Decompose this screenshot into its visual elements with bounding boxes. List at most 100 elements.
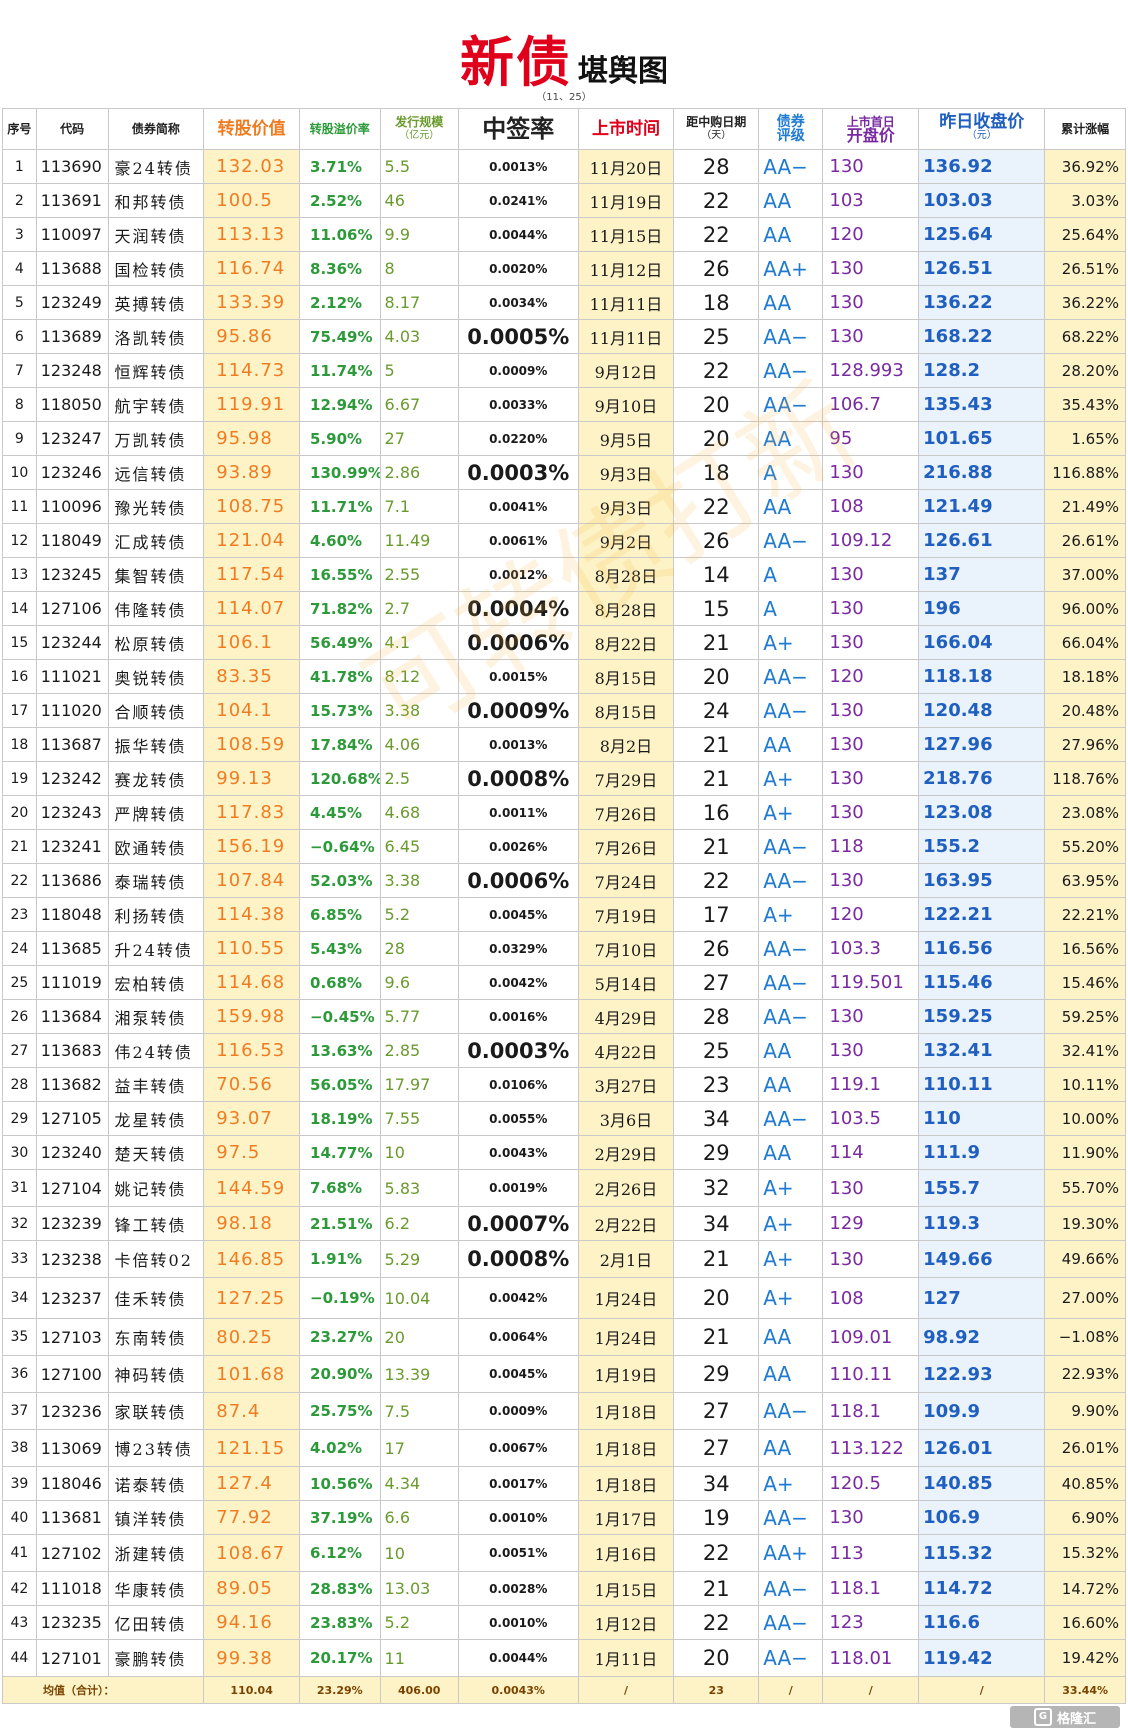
cell-issue: 3.38 (379, 693, 459, 728)
col-close[interactable]: 昨日收盘价 （元） (918, 108, 1046, 150)
cell-open: 120.5 (822, 1466, 920, 1501)
cell-ldate: 11月19日 (577, 183, 675, 218)
cell-rate: 0.0015% (457, 659, 579, 694)
table-row[interactable]: 25 111019 宏柏转债 114.68 0.68% 9.6 0.0042% 5月14日 27… (2, 965, 1126, 1000)
table-row[interactable]: 6 113689 洛凯转债 95.86 75.49% 4.03 0.0005% 11月11日 2… (2, 319, 1126, 354)
cell-ldate: 1月15日 (577, 1571, 675, 1606)
table-row[interactable]: 39 118046 诺泰转债 127.4 10.56% 4.34 0.0017% 1月18日 3… (2, 1466, 1126, 1501)
cell-open: 130 (822, 149, 920, 184)
cell-no: 26 (2, 999, 37, 1034)
table-row[interactable]: 34 123237 佳禾转债 127.25 −0.19% 10.04 0.0042% 1月24… (2, 1277, 1126, 1319)
table-row[interactable]: 19 123242 赛龙转债 99.13 120.68% 2.5 0.0008% 7月29日 2… (2, 761, 1126, 796)
cell-ldate: 5月14日 (577, 965, 675, 1000)
table-row[interactable]: 13 123245 集智转债 117.54 16.55% 2.55 0.0012% 8月28日… (2, 557, 1126, 592)
col-issue[interactable]: 发行规模 （亿元） (379, 108, 459, 150)
table-row[interactable]: 26 113684 湘泵转债 159.98 −0.45% 5.77 0.0016% 4月29日… (2, 999, 1126, 1034)
table-row[interactable]: 33 123238 卡倍转02 146.85 1.91% 5.29 0.0008% 2月1日 2… (2, 1240, 1126, 1278)
cell-rate: 0.0041% (457, 489, 579, 524)
table-row[interactable]: 4 113688 国检转债 116.74 8.36% 8 0.0020% 11月12日 26 AA… (2, 251, 1126, 286)
cell-days: 29 (673, 1355, 760, 1393)
cell-conv: 97.5 (203, 1135, 301, 1170)
cell-ldate: 9月3日 (577, 455, 675, 490)
col-open[interactable]: 上市首日 开盘价 (822, 108, 920, 150)
table-row[interactable]: 24 113685 升24转债 110.55 5.43% 28 0.0329% 7月10日 26… (2, 931, 1126, 966)
col-conv[interactable]: 转股价值 (203, 108, 301, 150)
table-row[interactable]: 20 123243 严牌转债 117.83 4.45% 4.68 0.0011% 7月26日 1… (2, 795, 1126, 830)
col-cum[interactable]: 累计涨幅 (1044, 108, 1126, 150)
table-row[interactable]: 7 123248 恒辉转债 114.73 11.74% 5 0.0009% 9月12日 22 AA… (2, 353, 1126, 388)
table-row[interactable]: 30 123240 楚天转债 97.5 14.77% 10 0.0043% 2月29日 29 AA… (2, 1135, 1126, 1170)
logo-text: 格隆汇 (1056, 1711, 1096, 1727)
cell-rate: 0.0055% (457, 1101, 579, 1136)
table-row[interactable]: 36 127100 神码转债 101.68 20.90% 13.39 0.0045% 1月19… (2, 1355, 1126, 1393)
footer-row: 均值（合计）： 110.04 23.29% 406.00 0.0043% / 2… (1, 1676, 1126, 1704)
table-row[interactable]: 22 113686 泰瑞转债 107.84 52.03% 3.38 0.0006% 7月24日… (2, 863, 1126, 898)
cell-open: 123 (822, 1605, 920, 1640)
col-prem[interactable]: 转股溢价率 (299, 108, 381, 150)
table-row[interactable]: 2 113691 和邦转债 100.5 2.52% 46 0.0241% 11月19日 22 AA… (2, 183, 1126, 218)
table-row[interactable]: 11 110096 豫光转债 108.75 11.71% 7.1 0.0041% 9月3日 22… (2, 489, 1126, 524)
table-row[interactable]: 23 118048 利扬转债 114.38 6.85% 5.2 0.0045% 7月19日 17… (2, 897, 1126, 932)
cell-code: 123243 (35, 795, 109, 830)
cell-prem: 4.45% (299, 795, 381, 830)
cell-close: 166.04 (918, 625, 1046, 660)
cell-rate: 0.0329% (457, 931, 579, 966)
table-row[interactable]: 31 127104 姚记转债 144.59 7.68% 5.83 0.0019% 2月26日 3… (2, 1169, 1126, 1207)
table-row[interactable]: 10 123246 远信转债 93.89 130.99% 2.86 0.0003% 9月3日 1… (2, 455, 1126, 490)
cell-prem: 23.27% (299, 1318, 381, 1356)
table-row[interactable]: 15 123244 松原转债 106.1 56.49% 4.1 0.0006% 8月22日 21… (2, 625, 1126, 660)
table-row[interactable]: 18 113687 振华转债 108.59 17.84% 4.06 0.0013% 8月2日 2… (2, 727, 1126, 762)
table-row[interactable]: 41 127102 浙建转债 108.67 6.12% 10 0.0051% 1月16日 22 A… (2, 1534, 1126, 1572)
cell-issue: 2.5 (379, 761, 459, 796)
cell-conv: 121.15 (203, 1429, 301, 1467)
table-row[interactable]: 1 113690 豪24转债 132.03 3.71% 5.5 0.0013% 11月20日 2… (2, 149, 1126, 184)
cell-name: 洛凯转债 (107, 319, 205, 354)
cell-no: 14 (2, 591, 37, 626)
col-grade[interactable]: 债券 评级 (758, 108, 824, 150)
cell-open: 130 (822, 319, 920, 354)
cell-grade: AA− (758, 1392, 824, 1430)
table-row[interactable]: 8 118050 航宇转债 119.91 12.94% 6.67 0.0033% 9月10日 2… (2, 387, 1126, 422)
table-row[interactable]: 37 123236 家联转债 87.4 25.75% 7.5 0.0009% 1月18日 27 A… (2, 1392, 1126, 1430)
cell-rate: 0.0013% (457, 727, 579, 762)
cell-close: 218.76 (918, 761, 1046, 796)
table-row[interactable]: 12 118049 汇成转债 121.04 4.60% 11.49 0.0061% 9月2日 2… (2, 523, 1126, 558)
table-row[interactable]: 44 127101 豪鹏转债 99.38 20.17% 11 0.0044% 1月11日 20 A… (2, 1639, 1126, 1677)
table-row[interactable]: 14 127106 伟隆转债 114.07 71.82% 2.7 0.0004% 8月28日 1… (2, 591, 1126, 626)
table-row[interactable]: 35 127103 东南转债 80.25 23.27% 20 0.0064% 1月24日 21 A… (2, 1318, 1126, 1356)
table-row[interactable]: 27 113683 伟24转债 116.53 13.63% 2.85 0.0003% 4月22… (2, 1033, 1126, 1068)
table-row[interactable]: 5 123249 英搏转债 133.39 2.12% 8.17 0.0034% 11月11日 1… (2, 285, 1126, 320)
col-no[interactable]: 序号 (2, 108, 37, 150)
table-row[interactable]: 16 111021 奥锐转债 83.35 41.78% 8.12 0.0015% 8月15日 2… (2, 659, 1126, 694)
cell-grade: AA− (758, 931, 824, 966)
table-row[interactable]: 29 127105 龙星转债 93.07 18.19% 7.55 0.0055% 3月6日 34… (2, 1101, 1126, 1136)
table-row[interactable]: 32 123239 锋工转债 98.18 21.51% 6.2 0.0007% 2月22日 34… (2, 1206, 1126, 1241)
table-row[interactable]: 17 111020 合顺转债 104.1 15.73% 3.38 0.0009% 8月15日 2… (2, 693, 1126, 728)
table-row[interactable]: 21 123241 欧通转债 156.19 −0.64% 6.45 0.0026% 7月26日… (2, 829, 1126, 864)
cell-no: 6 (2, 319, 37, 354)
table-row[interactable]: 43 123235 亿田转债 94.16 23.83% 5.2 0.0010% 1月12日 22… (2, 1605, 1126, 1640)
col-code[interactable]: 代码 (35, 108, 109, 150)
table-row[interactable]: 9 123247 万凯转债 95.98 5.90% 27 0.0220% 9月5日 20 AA 95… (2, 421, 1126, 456)
col-rate[interactable]: 中签率 (457, 108, 579, 150)
cell-ldate: 7月19日 (577, 897, 675, 932)
cell-name: 伟隆转债 (107, 591, 205, 626)
footer-days: 23 (673, 1676, 760, 1704)
col-days-l1: 距中购日期 (686, 115, 747, 129)
cell-close: 136.22 (918, 285, 1046, 320)
col-ldate[interactable]: 上市时间 (577, 108, 675, 150)
cell-issue: 10 (379, 1135, 459, 1170)
table-row[interactable]: 42 111018 华康转债 89.05 28.83% 13.03 0.0028% 1月15日… (2, 1571, 1126, 1606)
cell-close: 128.2 (918, 353, 1046, 388)
cell-issue: 5.2 (379, 1605, 459, 1640)
cell-code: 113681 (35, 1500, 109, 1535)
table-row[interactable]: 3 110097 天润转债 113.13 11.06% 9.9 0.0044% 11月15日 2… (2, 217, 1126, 252)
cell-conv: 132.03 (203, 149, 301, 184)
table-row[interactable]: 28 113682 益丰转债 70.56 56.05% 17.97 0.0106% 3月27日… (2, 1067, 1126, 1102)
cell-close: 135.43 (918, 387, 1046, 422)
cell-grade: A (758, 557, 824, 592)
table-row[interactable]: 40 113681 镇洋转债 77.92 37.19% 6.6 0.0010% 1月17日 19… (2, 1500, 1126, 1535)
col-name[interactable]: 债券简称 (107, 108, 205, 150)
col-days[interactable]: 距中购日期 （天） (673, 108, 760, 150)
table-row[interactable]: 38 113069 博23转债 121.15 4.02% 17 0.0067% 1月18日 27… (2, 1429, 1126, 1467)
